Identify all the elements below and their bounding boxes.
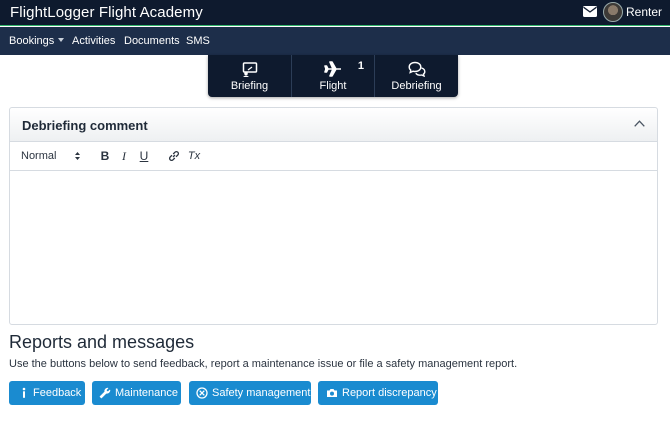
flight-count-badge: 1	[357, 60, 364, 72]
app-title[interactable]: FlightLogger Flight Academy	[10, 4, 203, 21]
format-select[interactable]: Normal	[21, 150, 56, 162]
camera-icon	[327, 389, 337, 397]
lesson-tabs: Briefing 1 Flight Debriefing	[208, 55, 458, 97]
reports-title: Reports and messages	[9, 332, 195, 352]
debriefing-comment-card: Debriefing comment Normal B I U Tx	[9, 107, 658, 325]
clear-format-button[interactable]: Tx	[187, 149, 201, 163]
main-nav: Bookings Activities Documents SMS	[0, 27, 670, 55]
bold-button[interactable]: B	[98, 149, 112, 163]
tab-briefing[interactable]: Briefing	[208, 55, 291, 97]
briefing-icon	[242, 62, 257, 77]
mail-icon[interactable]	[583, 6, 597, 17]
feedback-button[interactable]: Feedback	[9, 381, 85, 405]
top-bar: FlightLogger Flight Academy Renter	[0, 0, 670, 26]
tab-label: Briefing	[230, 80, 269, 92]
italic-button[interactable]: I	[117, 149, 131, 163]
chevron-down-icon	[58, 38, 65, 42]
editor-toolbar: Normal B I U Tx	[10, 142, 657, 171]
avatar[interactable]	[603, 2, 623, 22]
tab-debriefing[interactable]: Debriefing	[374, 55, 458, 97]
chevron-up-icon[interactable]	[634, 120, 645, 127]
tab-flight[interactable]: 1 Flight	[291, 55, 374, 97]
maintenance-button[interactable]: Maintenance	[92, 381, 181, 405]
button-label: Feedback	[33, 387, 82, 399]
airplane-icon	[324, 61, 341, 77]
link-icon[interactable]	[167, 149, 181, 163]
nav-item-bookings[interactable]: Bookings	[9, 35, 65, 47]
reports-description: Use the buttons below to send feedback, …	[9, 358, 518, 370]
tab-label: Flight	[319, 80, 347, 92]
debriefing-editor[interactable]	[10, 172, 657, 324]
card-header[interactable]: Debriefing comment	[10, 108, 657, 142]
safety-management-button[interactable]: Safety management	[189, 381, 311, 405]
user-name[interactable]: Renter	[626, 5, 662, 19]
button-label: Report discrepancy	[342, 387, 437, 399]
report-discrepancy-button[interactable]: Report discrepancy	[318, 381, 438, 405]
info-icon	[22, 387, 26, 398]
underline-button[interactable]: U	[137, 149, 151, 163]
nav-item-sms[interactable]: SMS	[186, 35, 210, 47]
button-label: Maintenance	[115, 387, 178, 399]
chat-icon	[407, 61, 426, 77]
card-title: Debriefing comment	[22, 118, 148, 133]
safety-icon	[196, 387, 208, 399]
tab-label: Debriefing	[391, 80, 442, 92]
button-label: Safety management	[212, 387, 311, 399]
nav-item-label: Bookings	[9, 35, 55, 47]
wrench-icon	[99, 387, 111, 399]
nav-item-documents[interactable]: Documents	[124, 35, 180, 47]
select-arrows-icon[interactable]	[74, 151, 81, 161]
nav-item-activities[interactable]: Activities	[72, 35, 115, 47]
